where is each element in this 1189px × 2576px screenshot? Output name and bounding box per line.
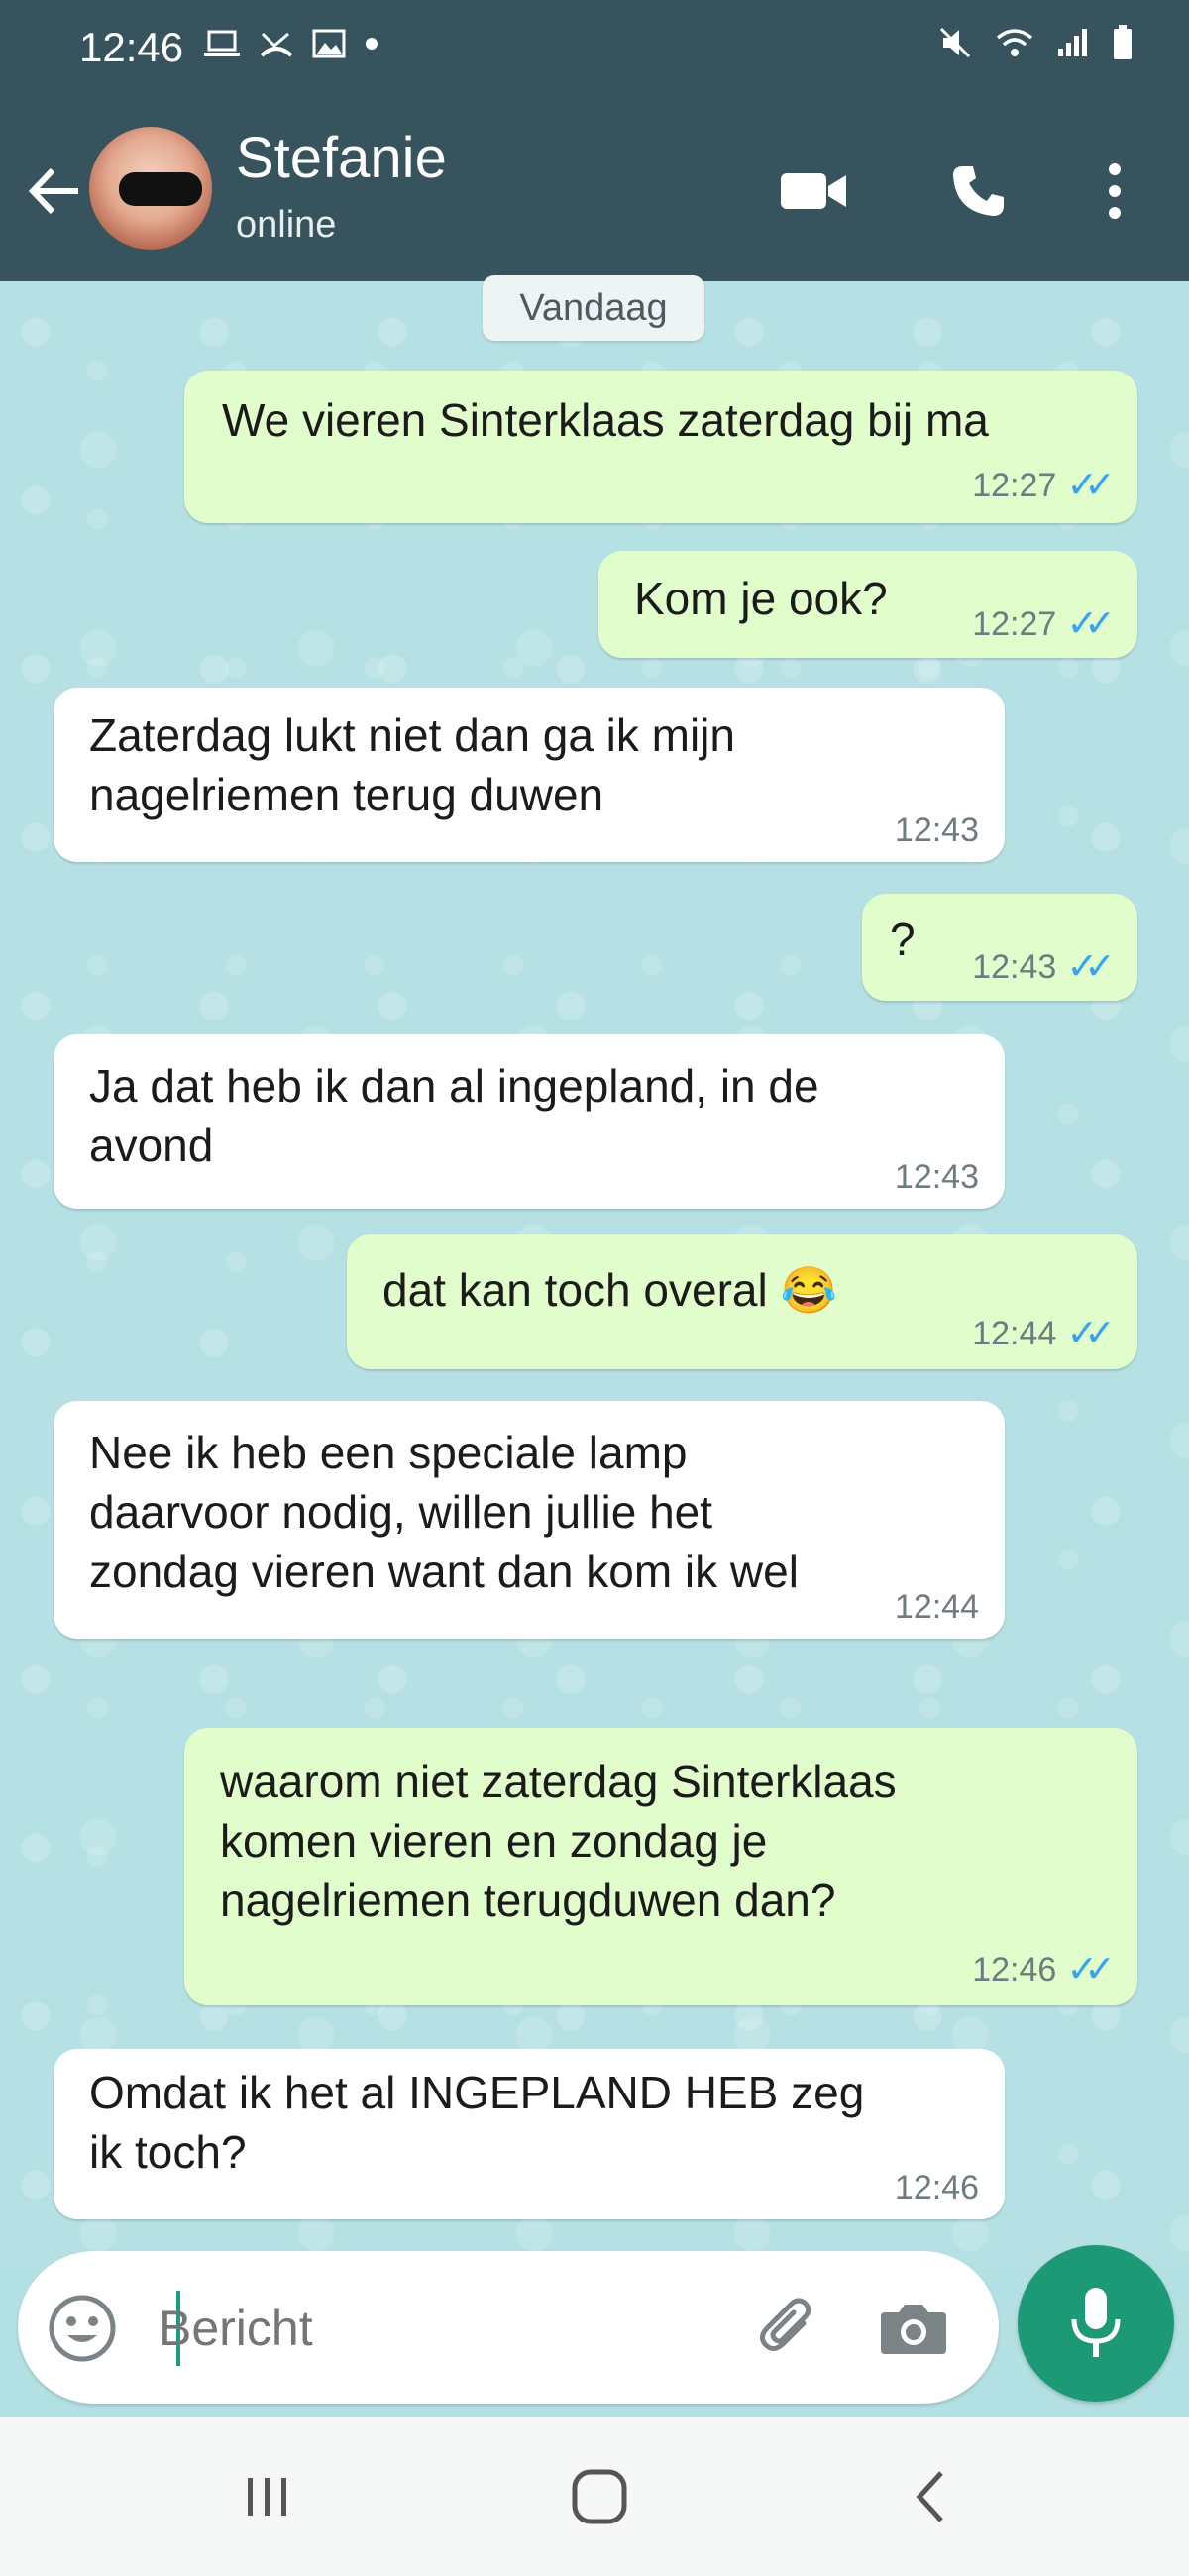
date-divider: Vandaag <box>483 275 704 341</box>
message-time: 12:46 <box>894 2169 979 2206</box>
message-bubble-incoming[interactable]: Zaterdag lukt niet dan ga ik mijn nagelr… <box>54 688 1005 862</box>
laptop-icon <box>204 30 240 56</box>
dot-icon <box>366 38 378 50</box>
mute-icon <box>939 27 971 58</box>
message-meta: 12:46 <box>895 2168 979 2207</box>
message-bubble-outgoing[interactable]: Kom je ook? 12:27 ✓✓ <box>598 551 1137 658</box>
status-notification-icons <box>203 28 379 59</box>
message-text: ? <box>890 913 916 965</box>
video-call-button[interactable] <box>779 157 848 226</box>
chat-header: Stefanie online <box>0 99 1189 281</box>
message-meta: 12:27 ✓✓ <box>972 603 1116 645</box>
message-time: 12:46 <box>972 1951 1057 1988</box>
contact-avatar[interactable] <box>89 127 212 250</box>
message-text: dat kan toch overal 😂 <box>382 1264 837 1316</box>
message-text: Kom je ook? <box>634 573 888 624</box>
status-system-icons <box>937 24 1134 61</box>
message-time: 12:43 <box>972 948 1057 986</box>
message-bubble-outgoing[interactable]: We vieren Sinterklaas zaterdag bij ma 12… <box>184 371 1137 523</box>
message-meta: 12:27 ✓✓ <box>972 465 1116 506</box>
wifi-icon <box>996 29 1033 56</box>
attach-icon <box>760 2298 811 2351</box>
attach-button[interactable] <box>751 2291 826 2366</box>
status-bar: 12:46 <box>0 0 1189 99</box>
back-arrow-icon <box>28 167 78 215</box>
message-bubble-incoming[interactable]: Omdat ik het al INGEPLAND HEB zeg ik toc… <box>54 2049 1005 2219</box>
message-bubble-outgoing[interactable]: waarom niet zaterdag Sinterklaas komen v… <box>184 1728 1137 2005</box>
message-text: waarom niet zaterdag Sinterklaas komen v… <box>220 1756 897 1926</box>
system-nav-bar <box>0 2417 1189 2576</box>
mic-button[interactable] <box>1018 2245 1174 2402</box>
back-button[interactable] <box>22 159 87 224</box>
message-meta: 12:43 ✓✓ <box>972 946 1116 988</box>
image-icon <box>312 29 346 58</box>
battery-icon <box>1114 25 1132 59</box>
message-list[interactable]: Vandaag We vieren Sinterklaas zaterdag b… <box>0 275 1189 2263</box>
home-button[interactable] <box>555 2457 644 2536</box>
message-bubble-outgoing[interactable]: dat kan toch overal 😂 12:44 ✓✓ <box>347 1234 1137 1369</box>
missed-call-icon <box>260 32 293 57</box>
home-icon <box>572 2469 627 2524</box>
message-meta: 12:43 <box>895 1157 979 1197</box>
more-icon <box>1109 163 1121 219</box>
phone-icon <box>953 166 1004 216</box>
status-time: 12:46 <box>79 24 184 70</box>
message-input[interactable] <box>157 2293 715 2364</box>
message-text: Ja dat heb ik dan al ingepland, in de av… <box>89 1060 819 1171</box>
mic-icon <box>1071 2288 1121 2357</box>
contact-name[interactable]: Stefanie <box>236 125 447 191</box>
emoji-button[interactable] <box>48 2294 117 2363</box>
recent-apps-icon <box>248 2478 286 2516</box>
message-meta: 12:44 <box>895 1587 979 1627</box>
read-ticks-icon: ✓✓ <box>1066 1949 1116 1990</box>
message-composer <box>18 2251 999 2404</box>
message-text: We vieren Sinterklaas zaterdag bij ma <box>222 394 989 446</box>
signal-icon <box>1058 29 1087 56</box>
recent-apps-button[interactable] <box>223 2457 312 2536</box>
message-text: Nee ik heb een speciale lamp daarvoor no… <box>89 1427 799 1597</box>
message-text: Zaterdag lukt niet dan ga ik mijn nagelr… <box>89 709 736 820</box>
avatar-censor-bar <box>119 172 202 206</box>
message-time: 12:43 <box>894 811 979 849</box>
read-ticks-icon: ✓✓ <box>1066 946 1116 988</box>
message-meta: 12:46 ✓✓ <box>972 1949 1116 1990</box>
message-time: 12:43 <box>894 1158 979 1196</box>
message-time: 12:44 <box>894 1588 979 1626</box>
message-time: 12:27 <box>972 605 1057 643</box>
message-meta: 12:44 ✓✓ <box>972 1313 1116 1354</box>
read-ticks-icon: ✓✓ <box>1066 1313 1116 1354</box>
message-time: 12:44 <box>972 1315 1057 1352</box>
video-call-icon <box>781 173 846 209</box>
message-time: 12:27 <box>972 467 1057 504</box>
read-ticks-icon: ✓✓ <box>1066 465 1116 506</box>
more-options-button[interactable] <box>1080 157 1149 226</box>
message-text: Omdat ik het al INGEPLAND HEB zeg ik toc… <box>89 2067 865 2178</box>
back-icon <box>916 2471 943 2522</box>
camera-button[interactable] <box>876 2291 951 2366</box>
camera-icon <box>881 2305 946 2354</box>
message-bubble-incoming[interactable]: Ja dat heb ik dan al ingepland, in de av… <box>54 1034 1005 1209</box>
emoji-icon <box>49 2295 116 2362</box>
nav-back-button[interactable] <box>887 2457 976 2536</box>
read-ticks-icon: ✓✓ <box>1066 603 1116 645</box>
message-bubble-outgoing[interactable]: ? 12:43 ✓✓ <box>862 894 1137 1001</box>
voice-call-button[interactable] <box>943 157 1013 226</box>
message-meta: 12:43 <box>895 810 979 850</box>
contact-status: online <box>236 204 337 246</box>
message-bubble-incoming[interactable]: Nee ik heb een speciale lamp daarvoor no… <box>54 1401 1005 1639</box>
